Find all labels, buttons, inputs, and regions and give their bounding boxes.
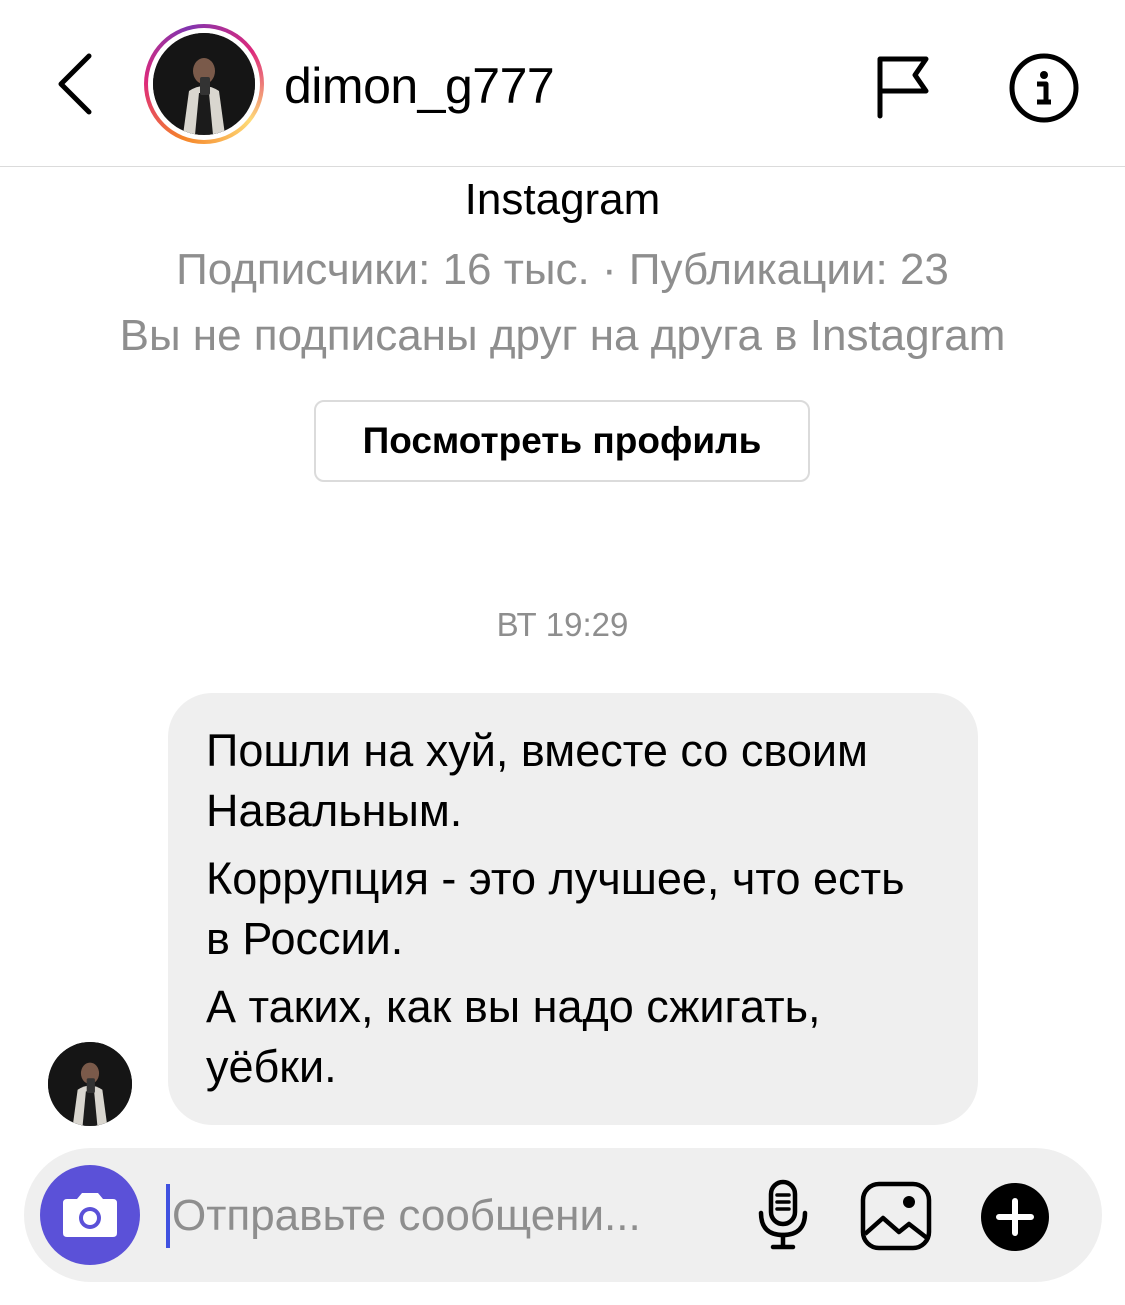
gallery-button[interactable] — [856, 1178, 936, 1254]
sender-avatar[interactable] — [48, 1042, 132, 1126]
message-text: Коррупция - это лучшее, что есть в Росси… — [206, 853, 905, 964]
info-icon — [1009, 53, 1079, 123]
camera-icon — [63, 1193, 117, 1237]
header-avatar[interactable] — [144, 24, 264, 144]
message-text: Пошли на хуй, вместе со своим Навальным. — [206, 725, 868, 836]
back-button[interactable] — [40, 48, 110, 120]
chat-header: dimon_g777 — [0, 0, 1125, 167]
message-input[interactable] — [166, 1178, 712, 1254]
message-text: А таких, как вы надо сжигать, уёбки. — [206, 981, 821, 1092]
image-icon — [860, 1181, 932, 1251]
view-profile-button[interactable]: Посмотреть профиль — [314, 400, 810, 482]
avatar — [153, 33, 255, 135]
report-button[interactable] — [868, 48, 938, 124]
microphone-icon — [758, 1179, 808, 1250]
follow-status: Вы не подписаны друг на друга в Instagra… — [119, 311, 1006, 360]
message-bubble[interactable]: Пошли на хуй, вместе со своим Навальным.… — [168, 693, 978, 1125]
chevron-left-icon — [58, 53, 92, 115]
flag-icon — [877, 56, 929, 119]
more-button[interactable] — [978, 1180, 1052, 1254]
profile-stats: Подписчики: 16 тыс. · Публикации: 23 — [176, 245, 949, 294]
info-button[interactable] — [1004, 48, 1084, 128]
header-username[interactable]: dimon_g777 — [284, 56, 555, 116]
voice-message-button[interactable] — [746, 1176, 820, 1254]
message-timestamp: ВТ 19:29 — [496, 606, 629, 643]
message-composer — [24, 1148, 1102, 1282]
profile-name: Instagram — [464, 175, 661, 224]
plus-circle-icon — [981, 1183, 1049, 1251]
camera-button[interactable] — [40, 1165, 140, 1265]
